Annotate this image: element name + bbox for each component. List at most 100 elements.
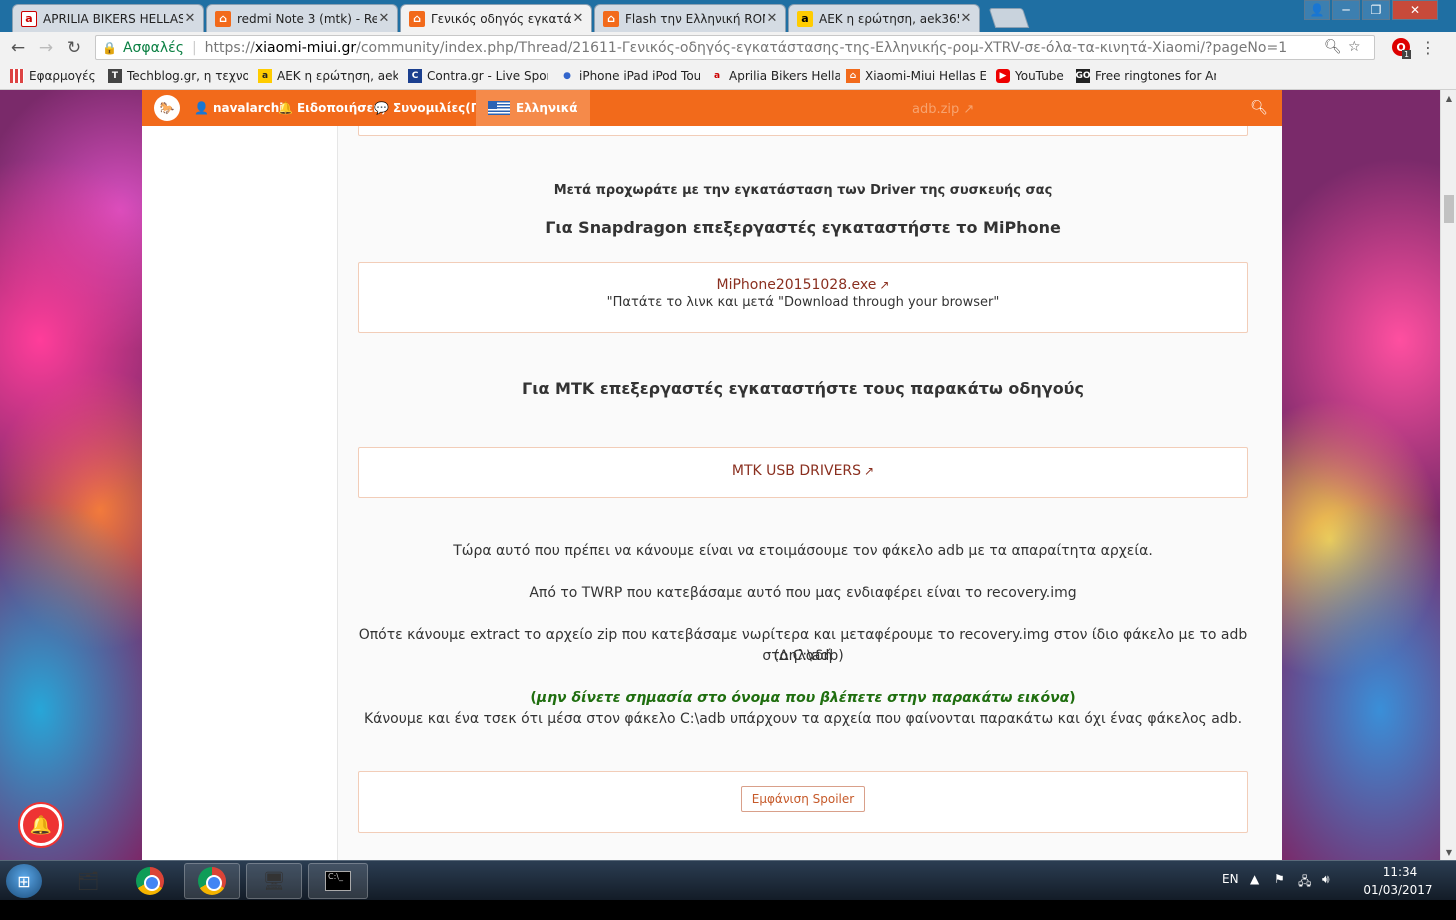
bookmark-xiaomi[interactable]: ⌂ Xiaomi-Miui Hellas Ετ: [846, 68, 986, 84]
paragraph-twrp: Από το TWRP που κατεβάσαμε αυτό που μας …: [529, 585, 1077, 601]
new-tab-button[interactable]: [988, 8, 1030, 28]
tab-guide-active[interactable]: ⌂ Γενικός οδηγός εγκατάσ ✕: [400, 4, 592, 32]
scroll-up-arrow-icon[interactable]: ▲: [1441, 90, 1456, 106]
tab-flash-rom[interactable]: ⌂ Flash την Ελληνική ROM ✕: [594, 4, 786, 32]
bookmark-contra[interactable]: C Contra.gr - Live Sport: [408, 68, 548, 84]
mtk-drivers-box: MTK USB DRIVERS ↗: [358, 447, 1248, 498]
bookmark-aek[interactable]: a AEK η ερώτηση, aek36: [258, 68, 398, 84]
site-logo-icon[interactable]: 🐎: [154, 95, 180, 121]
home-icon: ⌂: [215, 10, 231, 27]
home-icon: ⌂: [409, 10, 425, 27]
mtk-drivers-link[interactable]: MTK USB DRIVERS: [732, 463, 861, 479]
show-hidden-icons-icon[interactable]: ▲: [1250, 872, 1259, 886]
explorer-icon[interactable]: 🗂: [60, 863, 116, 899]
bookmark-label: Xiaomi-Miui Hellas Ετ: [865, 69, 986, 83]
close-icon[interactable]: ✕: [571, 11, 585, 26]
bookmark-techblog[interactable]: T Techblog.gr, η τεχνολ: [108, 68, 248, 84]
star-icon[interactable]: ☆: [1348, 39, 1361, 55]
paren-close: ): [1069, 690, 1076, 706]
sidebar-column: [142, 90, 338, 860]
spoiler-box: Εμφάνιση Spoiler: [358, 771, 1248, 833]
home-icon: ⌂: [846, 69, 860, 83]
language-indicator[interactable]: EN: [1222, 872, 1239, 886]
close-icon[interactable]: ✕: [183, 11, 197, 26]
vertical-scrollbar[interactable]: ▲ ▼: [1440, 90, 1456, 860]
volume-icon[interactable]: 🔊︎: [1322, 872, 1330, 887]
post-content: Μετά προχωράτε με την εγκατάσταση των Dr…: [338, 90, 1282, 860]
bookmark-label: Εφαρμογές: [29, 69, 96, 83]
bookmark-iphone[interactable]: ● iPhone iPad iPod Tou: [560, 68, 700, 84]
youtube-icon: ▶: [996, 69, 1010, 83]
search-icon[interactable]: 🔍︎: [1250, 100, 1268, 116]
green-note: μην δίνετε σημασία στο όνομα που βλέπετε…: [536, 690, 1070, 706]
nav-language-label: Ελληνικά: [516, 101, 578, 115]
minimize-button[interactable]: ─: [1332, 0, 1360, 20]
tab-aek[interactable]: a AEK η ερώτηση, aek365 ✕: [788, 4, 980, 32]
miphone-link[interactable]: MiPhone20151028.exe: [717, 277, 877, 293]
bookmark-label: Aprilia Bikers Hellas: [729, 69, 840, 83]
title-bar: a APRILIA BIKERS HELLAS ✕ ⌂ redmi Note 3…: [0, 0, 1456, 32]
clock-date[interactable]: 01/03/2017: [1352, 883, 1444, 897]
user-icon[interactable]: 👤: [1304, 0, 1330, 20]
greek-flag-icon: [488, 101, 510, 115]
close-window-button[interactable]: ✕: [1392, 0, 1438, 20]
reload-icon[interactable]: ↻: [64, 38, 84, 58]
notification-bell-icon[interactable]: 🔔: [20, 804, 62, 846]
bookmark-ringtones[interactable]: GO Free ringtones for And: [1076, 68, 1216, 84]
close-icon[interactable]: ✕: [959, 11, 973, 26]
bell-icon: 🔔: [278, 101, 293, 115]
techblog-icon: T: [108, 69, 122, 83]
tab-title: Γενικός οδηγός εγκατάσ: [431, 11, 571, 26]
browser-toolbar: ← → ↻ 🔒 Ασφαλές | https:// xiaomi-miui.g…: [0, 32, 1456, 62]
chrome-open-icon[interactable]: [184, 863, 240, 899]
home-icon: ⌂: [603, 10, 619, 27]
zoom-icon[interactable]: 🔍︎: [1324, 39, 1342, 55]
scroll-down-arrow-icon[interactable]: ▼: [1441, 844, 1456, 860]
bookmark-label: Techblog.gr, η τεχνολ: [127, 69, 248, 83]
bookmark-aprilia[interactable]: a Aprilia Bikers Hellas: [710, 68, 840, 84]
address-bar[interactable]: 🔒 Ασφαλές | https:// xiaomi-miui.gr /com…: [95, 35, 1375, 60]
chrome-pinned-icon[interactable]: [122, 863, 178, 899]
snapdragon-heading: Για Snapdragon επεξεργαστές εγκαταστήστε…: [545, 218, 1061, 237]
external-link-icon: ↗: [864, 464, 875, 478]
scroll-thumb[interactable]: [1444, 195, 1454, 223]
control-panel-icon[interactable]: 🖥: [246, 863, 302, 899]
clock-time[interactable]: 11:34: [1370, 865, 1430, 879]
tab-title: redmi Note 3 (mtk) - Red: [237, 11, 377, 26]
extension-badge: 1: [1402, 50, 1412, 59]
contra-icon: C: [408, 69, 422, 83]
close-icon[interactable]: ✕: [765, 11, 779, 26]
show-spoiler-button[interactable]: Εμφάνιση Spoiler: [740, 786, 866, 812]
nav-notifications-label: Ειδοποιήσεις: [296, 101, 386, 115]
windows-start-icon[interactable]: ⊞: [6, 864, 42, 898]
aprilia-icon: a: [21, 10, 37, 27]
tab-aprilia[interactable]: a APRILIA BIKERS HELLAS ✕: [12, 4, 204, 32]
url-scheme: https://: [204, 39, 255, 56]
forward-arrow-icon[interactable]: →: [36, 38, 56, 58]
maximize-button[interactable]: ❐: [1362, 0, 1390, 20]
page-body: Μετά προχωράτε με την εγκατάσταση των Dr…: [142, 90, 1282, 860]
windows-taskbar: ⊞ 🗂 🖥 C:\_ EN ▲ ⚑ 🖧 🔊︎ 11:34 01/03/2017: [0, 860, 1456, 900]
miphone-box: MiPhone20151028.exe ↗ "Πατάτε το λινκ και…: [358, 262, 1248, 333]
page-viewport: Μετά προχωράτε με την εγκατάσταση των Dr…: [0, 90, 1440, 860]
nav-notifications[interactable]: 🔔 Ειδοποιήσεις: [278, 90, 385, 126]
lock-icon: 🔒: [102, 40, 117, 55]
bookmark-youtube[interactable]: ▶ YouTube: [996, 68, 1068, 84]
nav-user-label: navalarchi: [212, 101, 284, 115]
bookmark-label: Free ringtones for And: [1095, 69, 1216, 83]
user-icon: 👤: [194, 101, 209, 115]
nav-language[interactable]: Ελληνικά: [476, 90, 590, 126]
menu-icon[interactable]: ⋮: [1420, 38, 1436, 57]
site-navbar: 🐎 👤 navalarchi 🔔 Ειδοποιήσεις 💬 Συνομιλίες(…: [142, 90, 1282, 126]
apple-icon: ●: [563, 71, 571, 81]
flag-icon[interactable]: ⚑: [1274, 872, 1285, 886]
back-arrow-icon[interactable]: ←: [8, 38, 28, 58]
adb-zip-ghost-link[interactable]: adb.zip ↗: [912, 102, 974, 117]
nav-user[interactable]: 👤 navalarchi: [194, 90, 283, 126]
close-icon[interactable]: ✕: [377, 11, 391, 26]
tab-redmi[interactable]: ⌂ redmi Note 3 (mtk) - Red ✕: [206, 4, 398, 32]
network-icon[interactable]: 🖧: [1298, 872, 1311, 893]
bookmark-apps[interactable]: Εφαρμογές: [10, 68, 102, 84]
bookmark-label: YouTube: [1015, 69, 1064, 83]
cmd-icon[interactable]: C:\_: [308, 863, 368, 899]
